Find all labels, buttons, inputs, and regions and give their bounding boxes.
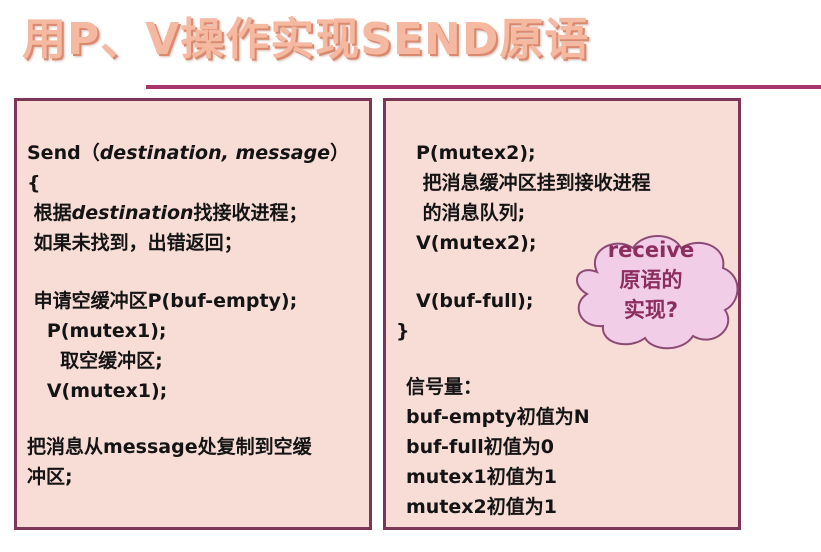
- code-line-p-mutex2: P(mutex2);: [416, 142, 536, 164]
- semaphore-mutex1: mutex1初值为1: [406, 466, 557, 488]
- code-line-copy-message-cont: 冲区;: [27, 466, 73, 488]
- cloud-line-implementation: 实现?: [623, 298, 679, 322]
- code-line-copy-message: 把消息从message处复制到空缓: [27, 436, 312, 458]
- code-line-attach-buffer-cont: 的消息队列;: [416, 202, 526, 224]
- code-line-find-receiver: 根据destination找接收进程；: [27, 202, 308, 224]
- code-line-v-mutex1: V(mutex1);: [27, 380, 168, 402]
- code-line-open-brace: {: [27, 172, 41, 194]
- semaphore-mutex2: mutex2初值为1: [406, 496, 557, 518]
- code-line-request-buffer: 申请空缓冲区P(buf-empty);: [27, 290, 298, 312]
- code-line-send-signature: Send（destination, message）: [27, 142, 350, 164]
- code-line-close-brace: }: [396, 320, 410, 342]
- code-line-v-mutex2: V(mutex2);: [416, 232, 537, 254]
- cloud-callout-text: receive 原语的 实现?: [567, 235, 735, 325]
- code-line-v-buf-full: V(buf-full);: [416, 290, 534, 312]
- code-line-not-found: 如果未找到，出错返回；: [27, 232, 243, 254]
- title-underline: [146, 85, 821, 89]
- slide-title: 用P、V操作实现SEND原语: [22, 14, 590, 65]
- cloud-line-receive: receive: [607, 238, 695, 262]
- semaphore-heading: 信号量：: [406, 376, 483, 398]
- code-line-p-mutex1: P(mutex1);: [27, 320, 167, 342]
- cloud-line-primitive: 原语的: [619, 268, 683, 292]
- semaphore-buf-empty: buf-empty初值为N: [406, 406, 590, 428]
- semaphore-buf-full: buf-full初值为0: [406, 436, 554, 458]
- code-line-take-buffer: 取空缓冲区;: [27, 350, 163, 372]
- code-line-attach-buffer: 把消息缓冲区挂到接收进程: [416, 172, 651, 194]
